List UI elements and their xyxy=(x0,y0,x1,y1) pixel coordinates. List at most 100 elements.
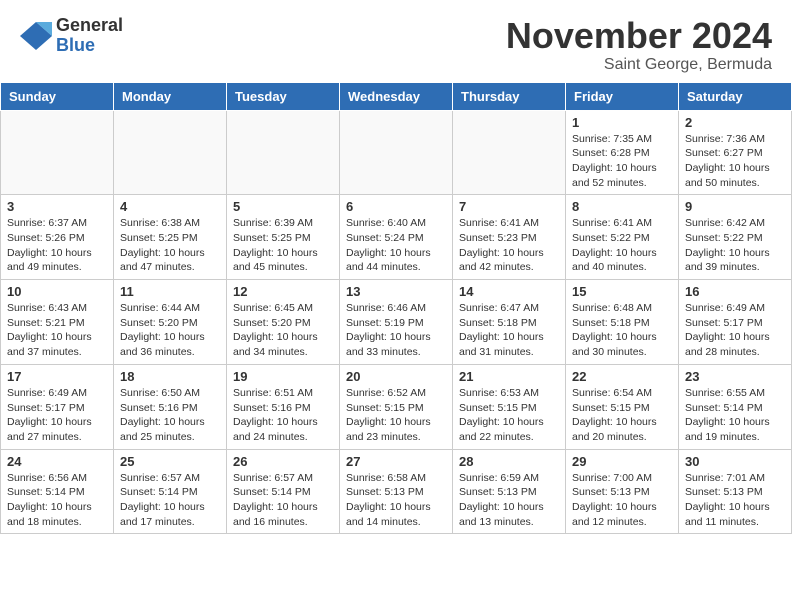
day-info: Sunrise: 6:40 AM Sunset: 5:24 PM Dayligh… xyxy=(346,216,446,275)
day-info: Sunrise: 7:36 AM Sunset: 6:27 PM Dayligh… xyxy=(685,132,785,191)
day-number: 28 xyxy=(459,454,559,469)
weekday-header-friday: Friday xyxy=(566,82,679,110)
day-info: Sunrise: 6:58 AM Sunset: 5:13 PM Dayligh… xyxy=(346,471,446,530)
header: General Blue November 2024 Saint George,… xyxy=(0,0,792,82)
logo-text: General Blue xyxy=(56,16,123,56)
calendar-week-row: 1 Sunrise: 7:35 AM Sunset: 6:28 PM Daylig… xyxy=(1,110,792,195)
calendar-week-row: 10 Sunrise: 6:43 AM Sunset: 5:21 PM Dayli… xyxy=(1,280,792,365)
calendar-cell xyxy=(453,110,566,195)
day-number: 20 xyxy=(346,369,446,384)
day-number: 4 xyxy=(120,199,220,214)
calendar-cell: 21 Sunrise: 6:53 AM Sunset: 5:15 PM Dayli… xyxy=(453,364,566,449)
calendar-week-row: 17Sunrise: 6:49 AM Sunset: 5:17 PM Dayli… xyxy=(1,364,792,449)
calendar-week-row: 24Sunrise: 6:56 AM Sunset: 5:14 PM Dayli… xyxy=(1,449,792,534)
day-info: Sunrise: 6:39 AM Sunset: 5:25 PM Dayligh… xyxy=(233,216,333,275)
day-number: 21 xyxy=(459,369,559,384)
calendar-cell: 17Sunrise: 6:49 AM Sunset: 5:17 PM Dayli… xyxy=(1,364,114,449)
calendar-cell: 16Sunrise: 6:49 AM Sunset: 5:17 PM Dayli… xyxy=(679,280,792,365)
calendar-cell: 11 Sunrise: 6:44 AM Sunset: 5:20 PM Dayli… xyxy=(114,280,227,365)
day-info: Sunrise: 6:48 AM Sunset: 5:18 PM Dayligh… xyxy=(572,301,672,360)
calendar-cell: 23 Sunrise: 6:55 AM Sunset: 5:14 PM Dayli… xyxy=(679,364,792,449)
calendar-cell: 26 Sunrise: 6:57 AM Sunset: 5:14 PM Dayli… xyxy=(227,449,340,534)
calendar-cell: 15 Sunrise: 6:48 AM Sunset: 5:18 PM Dayli… xyxy=(566,280,679,365)
calendar-cell xyxy=(114,110,227,195)
day-info: Sunrise: 6:50 AM Sunset: 5:16 PM Dayligh… xyxy=(120,386,220,445)
day-number: 23 xyxy=(685,369,785,384)
day-info: Sunrise: 6:55 AM Sunset: 5:14 PM Dayligh… xyxy=(685,386,785,445)
day-info: Sunrise: 6:57 AM Sunset: 5:14 PM Dayligh… xyxy=(120,471,220,530)
day-info: Sunrise: 7:01 AM Sunset: 5:13 PM Dayligh… xyxy=(685,471,785,530)
day-number: 7 xyxy=(459,199,559,214)
calendar-cell: 1 Sunrise: 7:35 AM Sunset: 6:28 PM Daylig… xyxy=(566,110,679,195)
calendar-cell: 9Sunrise: 6:42 AM Sunset: 5:22 PM Daylig… xyxy=(679,195,792,280)
day-info: Sunrise: 7:35 AM Sunset: 6:28 PM Dayligh… xyxy=(572,132,672,191)
day-number: 12 xyxy=(233,284,333,299)
calendar-cell: 22 Sunrise: 6:54 AM Sunset: 5:15 PM Dayli… xyxy=(566,364,679,449)
day-info: Sunrise: 6:43 AM Sunset: 5:21 PM Dayligh… xyxy=(7,301,107,360)
weekday-header-thursday: Thursday xyxy=(453,82,566,110)
day-number: 1 xyxy=(572,115,672,130)
calendar-week-row: 3Sunrise: 6:37 AM Sunset: 5:26 PM Daylig… xyxy=(1,195,792,280)
calendar-cell: 3Sunrise: 6:37 AM Sunset: 5:26 PM Daylig… xyxy=(1,195,114,280)
day-number: 15 xyxy=(572,284,672,299)
calendar-cell: 6 Sunrise: 6:40 AM Sunset: 5:24 PM Daylig… xyxy=(340,195,453,280)
day-number: 6 xyxy=(346,199,446,214)
day-info: Sunrise: 6:51 AM Sunset: 5:16 PM Dayligh… xyxy=(233,386,333,445)
calendar-table: SundayMondayTuesdayWednesdayThursdayFrid… xyxy=(0,82,792,535)
calendar-cell: 10 Sunrise: 6:43 AM Sunset: 5:21 PM Dayli… xyxy=(1,280,114,365)
weekday-header-saturday: Saturday xyxy=(679,82,792,110)
day-info: Sunrise: 6:46 AM Sunset: 5:19 PM Dayligh… xyxy=(346,301,446,360)
calendar-cell xyxy=(227,110,340,195)
day-info: Sunrise: 6:56 AM Sunset: 5:14 PM Dayligh… xyxy=(7,471,107,530)
weekday-header-sunday: Sunday xyxy=(1,82,114,110)
weekday-header-monday: Monday xyxy=(114,82,227,110)
weekday-header-row: SundayMondayTuesdayWednesdayThursdayFrid… xyxy=(1,82,792,110)
day-info: Sunrise: 7:00 AM Sunset: 5:13 PM Dayligh… xyxy=(572,471,672,530)
day-info: Sunrise: 6:44 AM Sunset: 5:20 PM Dayligh… xyxy=(120,301,220,360)
logo-general-text: General xyxy=(56,16,123,36)
day-number: 10 xyxy=(7,284,107,299)
calendar-cell xyxy=(340,110,453,195)
day-number: 9 xyxy=(685,199,785,214)
day-info: Sunrise: 6:52 AM Sunset: 5:15 PM Dayligh… xyxy=(346,386,446,445)
day-info: Sunrise: 6:47 AM Sunset: 5:18 PM Dayligh… xyxy=(459,301,559,360)
calendar-cell: 14 Sunrise: 6:47 AM Sunset: 5:18 PM Dayli… xyxy=(453,280,566,365)
day-info: Sunrise: 6:49 AM Sunset: 5:17 PM Dayligh… xyxy=(685,301,785,360)
day-info: Sunrise: 6:57 AM Sunset: 5:14 PM Dayligh… xyxy=(233,471,333,530)
day-number: 14 xyxy=(459,284,559,299)
weekday-header-tuesday: Tuesday xyxy=(227,82,340,110)
day-number: 2 xyxy=(685,115,785,130)
day-info: Sunrise: 6:41 AM Sunset: 5:22 PM Dayligh… xyxy=(572,216,672,275)
logo-icon xyxy=(20,22,52,50)
day-info: Sunrise: 6:37 AM Sunset: 5:26 PM Dayligh… xyxy=(7,216,107,275)
day-info: Sunrise: 6:49 AM Sunset: 5:17 PM Dayligh… xyxy=(7,386,107,445)
logo: General Blue xyxy=(20,16,123,56)
day-info: Sunrise: 6:41 AM Sunset: 5:23 PM Dayligh… xyxy=(459,216,559,275)
day-number: 22 xyxy=(572,369,672,384)
day-info: Sunrise: 6:53 AM Sunset: 5:15 PM Dayligh… xyxy=(459,386,559,445)
day-info: Sunrise: 6:54 AM Sunset: 5:15 PM Dayligh… xyxy=(572,386,672,445)
day-info: Sunrise: 6:45 AM Sunset: 5:20 PM Dayligh… xyxy=(233,301,333,360)
day-number: 29 xyxy=(572,454,672,469)
calendar-cell: 28 Sunrise: 6:59 AM Sunset: 5:13 PM Dayli… xyxy=(453,449,566,534)
calendar-cell: 4 Sunrise: 6:38 AM Sunset: 5:25 PM Daylig… xyxy=(114,195,227,280)
logo-blue-text: Blue xyxy=(56,36,123,56)
calendar-cell: 2 Sunrise: 7:36 AM Sunset: 6:27 PM Daylig… xyxy=(679,110,792,195)
page: General Blue November 2024 Saint George,… xyxy=(0,0,792,534)
calendar-cell: 8 Sunrise: 6:41 AM Sunset: 5:22 PM Daylig… xyxy=(566,195,679,280)
day-number: 5 xyxy=(233,199,333,214)
month-title: November 2024 xyxy=(506,16,772,56)
calendar-cell: 7 Sunrise: 6:41 AM Sunset: 5:23 PM Daylig… xyxy=(453,195,566,280)
day-info: Sunrise: 6:59 AM Sunset: 5:13 PM Dayligh… xyxy=(459,471,559,530)
title-area: November 2024 Saint George, Bermuda xyxy=(506,16,772,74)
day-number: 19 xyxy=(233,369,333,384)
calendar-cell: 5 Sunrise: 6:39 AM Sunset: 5:25 PM Daylig… xyxy=(227,195,340,280)
weekday-header-wednesday: Wednesday xyxy=(340,82,453,110)
day-number: 11 xyxy=(120,284,220,299)
day-number: 30 xyxy=(685,454,785,469)
day-number: 8 xyxy=(572,199,672,214)
day-number: 26 xyxy=(233,454,333,469)
day-number: 27 xyxy=(346,454,446,469)
day-info: Sunrise: 6:38 AM Sunset: 5:25 PM Dayligh… xyxy=(120,216,220,275)
calendar-cell: 25Sunrise: 6:57 AM Sunset: 5:14 PM Dayli… xyxy=(114,449,227,534)
